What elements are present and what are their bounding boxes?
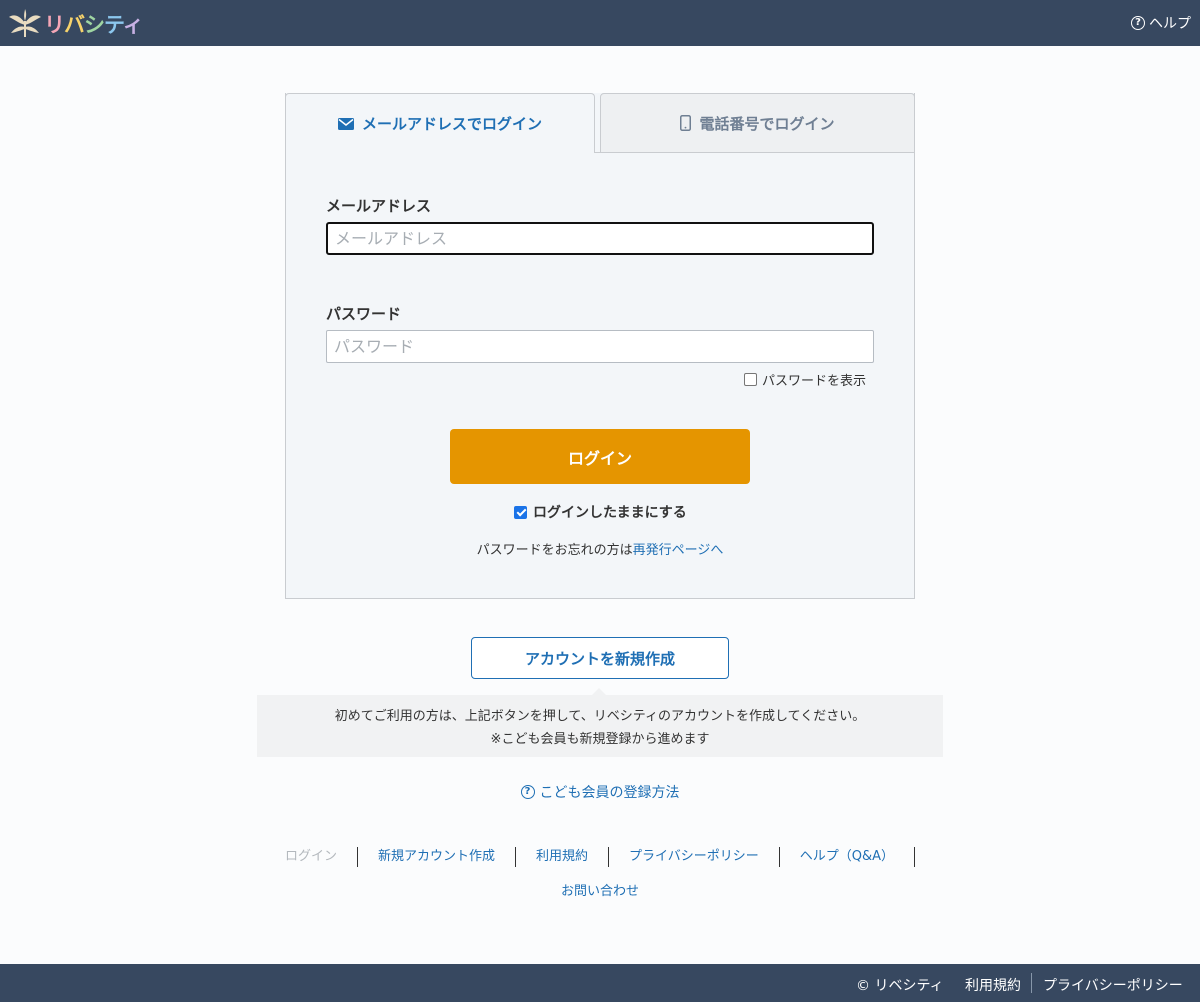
remember-me-toggle[interactable]: ログインしたままにする — [514, 502, 687, 522]
forgot-password-line: パスワードをお忘れの方は再発行ページへ — [0, 539, 1200, 558]
tab-phone-login[interactable]: 電話番号でログイン — [600, 93, 915, 153]
logo-char: ィ — [122, 13, 144, 37]
tab-email-label: メールアドレスでログイン — [361, 115, 542, 133]
signup-notice: 初めてご利用の方は、上記ボタンを押して、リベシティのアカウントを作成してください… — [257, 695, 943, 757]
remember-me-checkbox[interactable] — [514, 505, 527, 519]
create-account-button[interactable]: アカウントを新規作成 — [471, 637, 729, 679]
reissue-page-link[interactable]: 再発行ページへ — [633, 543, 724, 558]
footer-nav: ログイン 新規アカウント作成 利用規約 プライバシーポリシー ヘルプ（Q&A） — [0, 847, 1200, 867]
show-password-label: パスワードを表示 — [762, 374, 867, 389]
footer-link-privacy[interactable]: プライバシーポリシー — [609, 847, 780, 867]
help-link[interactable]: ? ヘルプ — [1131, 13, 1191, 33]
login-button[interactable]: ログイン — [450, 429, 750, 484]
notice-line-1: 初めてご利用の方は、上記ボタンを押して、リベシティのアカウントを作成してください… — [334, 709, 866, 724]
tab-phone-label: 電話番号でログイン — [699, 114, 835, 133]
mobile-phone-icon — [680, 115, 692, 131]
tab-email-login[interactable]: メールアドレスでログイン — [285, 93, 595, 153]
show-password-toggle[interactable]: パスワードを表示 — [744, 370, 866, 389]
password-input[interactable] — [326, 330, 874, 363]
logo-char: シ — [84, 13, 105, 37]
copyright: © リベシティ — [856, 978, 944, 994]
logo-char: テ — [104, 13, 124, 37]
logo-char: リ — [44, 13, 65, 37]
question-circle-icon: ? — [1131, 16, 1145, 30]
remember-me-label: ログインしたままにする — [533, 505, 687, 521]
logo[interactable]: リバシティ — [8, 8, 144, 40]
bottom-privacy-link[interactable]: プライバシーポリシー — [1043, 975, 1183, 995]
footer-link-login: ログイン — [285, 847, 358, 867]
email-input[interactable] — [326, 222, 874, 255]
email-label: メールアドレス — [326, 197, 432, 215]
bottom-bar: © リベシティ 利用規約 プライバシーポリシー — [0, 964, 1200, 1002]
show-password-checkbox[interactable] — [744, 373, 757, 386]
footer-link-help[interactable]: ヘルプ（Q&A） — [780, 847, 916, 867]
top-bar: リバシティ ? ヘルプ — [0, 0, 1200, 46]
tab-divider — [595, 152, 915, 153]
envelope-icon — [337, 117, 354, 130]
notice-line-2: ※こども会員も新規登録から進めます — [490, 732, 710, 747]
help-label: ヘルプ — [1149, 16, 1191, 32]
question-circle-icon: ? — [520, 785, 535, 799]
password-label: パスワード — [326, 305, 402, 323]
footer-link-contact[interactable]: お問い合わせ — [0, 880, 1200, 899]
footer-link-terms[interactable]: 利用規約 — [516, 847, 610, 867]
bottom-terms-link[interactable]: 利用規約 — [965, 975, 1021, 995]
kids-registration-link[interactable]: ? こども会員の登録方法 — [0, 782, 1200, 802]
bottom-divider — [1031, 973, 1032, 993]
logo-wordmark: リバシティ — [44, 9, 144, 39]
leaf-logo-icon — [9, 9, 41, 37]
kids-registration-label: こども会員の登録方法 — [539, 785, 680, 801]
forgot-password-text: パスワードをお忘れの方は — [476, 543, 633, 558]
logo-char: バ — [64, 13, 85, 37]
footer-link-signup[interactable]: 新規アカウント作成 — [358, 847, 516, 867]
